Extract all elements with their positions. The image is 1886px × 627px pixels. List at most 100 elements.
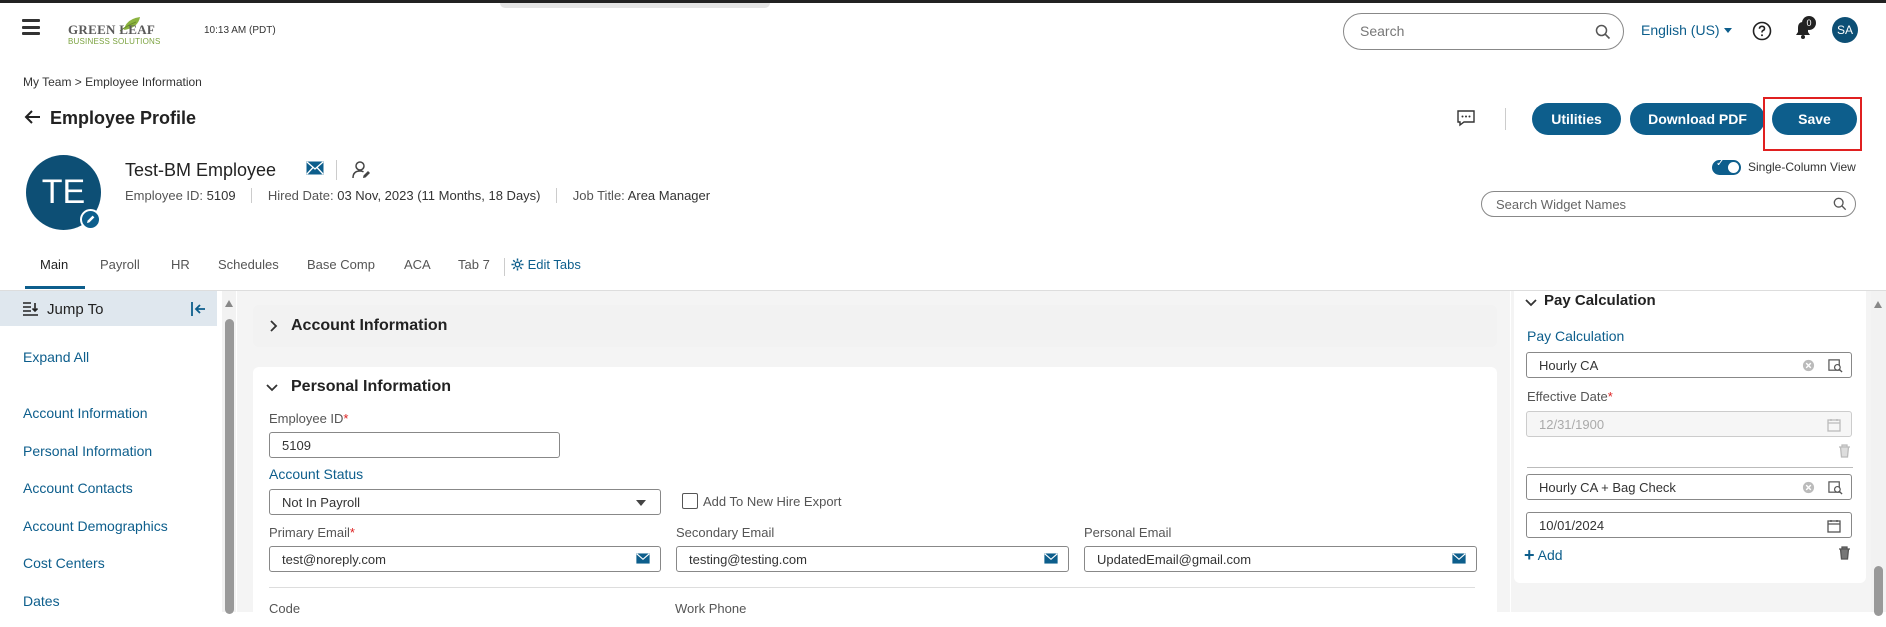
effective-date-label-text: Effective Date	[1527, 389, 1608, 404]
effective-date-input-2[interactable]	[1539, 518, 1799, 533]
download-pdf-button[interactable]: Download PDF	[1630, 103, 1765, 135]
tab-payroll[interactable]: Payroll	[100, 257, 140, 272]
pay-calculation-input-1[interactable]	[1539, 358, 1766, 373]
secondary-email-field[interactable]	[676, 546, 1069, 572]
new-hire-export-checkbox[interactable]	[682, 493, 698, 509]
jump-to-sidebar: Jump To Expand All Account Information P…	[0, 291, 220, 612]
sidebar-item-dates[interactable]: Dates	[23, 593, 60, 609]
widget-search[interactable]	[1481, 191, 1856, 217]
hired-date-label: Hired Date:	[267, 188, 334, 203]
tab-schedules[interactable]: Schedules	[218, 257, 279, 272]
account-status-label: Account Status	[269, 466, 364, 482]
tab-main[interactable]: Main	[40, 257, 68, 272]
employee-id-value: 5109	[206, 188, 236, 203]
sidebar-item-account-contacts[interactable]: Account Contacts	[23, 480, 133, 496]
email-icon[interactable]	[636, 553, 650, 564]
employee-id-field[interactable]	[269, 432, 560, 458]
right-panel-scrollbar[interactable]	[1871, 291, 1886, 616]
edit-avatar-button[interactable]	[80, 209, 101, 230]
pay-calculation-field-2[interactable]	[1526, 474, 1852, 500]
employee-id-label: Employee ID:	[125, 188, 204, 203]
chevron-right-icon[interactable]	[268, 320, 278, 332]
sidebar-item-account-information[interactable]: Account Information	[23, 405, 148, 421]
secondary-email-input[interactable]	[689, 552, 1002, 567]
pay-calculation-field-label: Pay Calculation	[1527, 328, 1625, 344]
search-icon[interactable]	[1833, 197, 1847, 211]
clear-icon[interactable]	[1802, 359, 1815, 372]
lookup-icon[interactable]	[1828, 480, 1843, 495]
meta-divider	[556, 188, 558, 203]
lookup-icon[interactable]	[1828, 358, 1843, 373]
expand-all-link[interactable]: Expand All	[23, 349, 89, 365]
tab-tab-7[interactable]: Tab 7	[458, 257, 490, 272]
help-icon[interactable]	[1752, 21, 1772, 41]
personal-email-field[interactable]	[1084, 546, 1477, 572]
scrollbar-thumb[interactable]	[1874, 566, 1883, 616]
personal-email-label: Personal Email	[1084, 525, 1172, 540]
chevron-down-icon[interactable]	[1525, 298, 1537, 308]
scroll-up-icon[interactable]	[1874, 301, 1882, 308]
clear-icon[interactable]	[1802, 481, 1815, 494]
current-time: 10:13 AM (PDT)	[204, 25, 276, 36]
sidebar-item-personal-information[interactable]: Personal Information	[23, 443, 152, 459]
primary-email-field[interactable]	[269, 546, 661, 572]
sidebar-item-account-demographics[interactable]: Account Demographics	[23, 518, 168, 534]
trash-icon[interactable]	[1838, 546, 1851, 560]
language-label: English (US)	[1641, 22, 1720, 38]
employee-meta: Employee ID: 5109 Hired Date: 03 Nov, 20…	[125, 188, 710, 203]
employee-id-input[interactable]	[282, 438, 514, 453]
sidebar-item-cost-centers[interactable]: Cost Centers	[23, 555, 105, 571]
primary-email-label-text: Primary Email	[269, 525, 350, 540]
sidebar-scrollbar[interactable]	[222, 291, 236, 614]
collapse-sidebar-icon[interactable]	[190, 301, 206, 317]
tab-aca[interactable]: ACA	[404, 257, 431, 272]
tab-divider	[504, 258, 505, 276]
effective-date-label: Effective Date*	[1527, 389, 1613, 404]
required-marker: *	[349, 525, 355, 540]
add-pay-calculation-link[interactable]: + Add	[1524, 545, 1563, 566]
edit-tabs-link[interactable]: Edit Tabs	[511, 257, 581, 272]
global-search[interactable]	[1343, 13, 1624, 50]
search-icon[interactable]	[1595, 24, 1611, 40]
single-column-label: Single-Column View	[1748, 160, 1856, 174]
employee-id-field-label-text: Employee ID	[269, 411, 344, 426]
required-marker: *	[343, 411, 349, 426]
scrollbar-thumb[interactable]	[225, 319, 234, 614]
email-icon[interactable]	[1044, 553, 1058, 564]
email-icon[interactable]	[306, 161, 324, 175]
tab-base-comp[interactable]: Base Comp	[307, 257, 375, 272]
job-title-label: Job Title:	[572, 188, 625, 203]
account-status-value[interactable]	[282, 495, 594, 510]
window-top-border	[0, 0, 1886, 3]
primary-email-label: Primary Email*	[269, 525, 355, 540]
widget-search-input[interactable]	[1496, 197, 1816, 212]
language-selector[interactable]: English (US)	[1641, 22, 1732, 38]
effective-date-field-2[interactable]	[1526, 512, 1852, 538]
work-phone-label: Work Phone	[675, 601, 747, 616]
active-tab-indicator	[25, 286, 85, 289]
scroll-up-icon[interactable]	[225, 300, 233, 307]
user-edit-icon[interactable]	[352, 160, 372, 180]
menu-icon[interactable]	[22, 19, 40, 35]
pay-calculation-field-1[interactable]	[1526, 352, 1852, 378]
toolbar-divider	[1505, 108, 1506, 130]
search-input[interactable]	[1360, 23, 1580, 39]
email-icon[interactable]	[1452, 553, 1466, 564]
user-avatar[interactable]: SA	[1832, 17, 1858, 43]
account-status-select[interactable]	[269, 489, 661, 515]
pay-calculation-input-2[interactable]	[1539, 480, 1766, 495]
caret-down-icon	[1723, 28, 1732, 33]
account-information-card[interactable]: Account Information	[253, 305, 1497, 347]
tab-shadow	[500, 3, 770, 8]
tab-hr[interactable]: HR	[171, 257, 190, 272]
personal-email-input[interactable]	[1097, 552, 1410, 567]
company-logo[interactable]: GREEN LEAF BUSINESS SOLUTIONS	[68, 17, 184, 48]
chevron-down-icon[interactable]	[266, 383, 278, 393]
breadcrumb[interactable]: My Team > Employee Information	[23, 75, 202, 89]
name-divider	[336, 160, 337, 180]
back-arrow-icon[interactable]	[24, 108, 42, 126]
calendar-icon[interactable]	[1827, 519, 1841, 533]
utilities-button[interactable]: Utilities	[1532, 103, 1621, 135]
comment-icon[interactable]	[1456, 108, 1476, 128]
primary-email-input[interactable]	[282, 552, 594, 567]
